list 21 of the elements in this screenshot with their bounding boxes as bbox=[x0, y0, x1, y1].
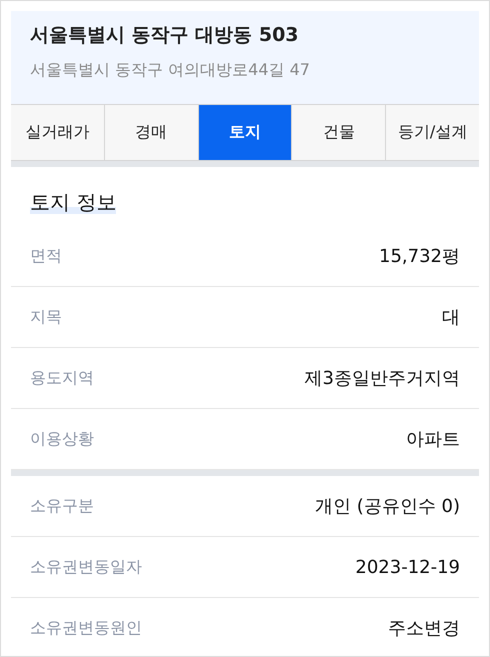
tab[interactable]: 토지 bbox=[198, 105, 292, 160]
field-value: 아파트 bbox=[406, 428, 460, 451]
address-title: 서울특별시 동작구 대방동 503 bbox=[30, 23, 300, 48]
field-label: 소유권변동원인 bbox=[30, 618, 142, 638]
field-value: 대 bbox=[442, 306, 460, 329]
road-address: 서울특별시 동작구 여의대방로44길 47 bbox=[30, 60, 311, 81]
field-label: 소유구분 bbox=[30, 496, 94, 516]
field-value: 15,732평 bbox=[379, 245, 460, 268]
field-label: 이용상황 bbox=[30, 428, 94, 450]
tab[interactable]: 등기/설계 bbox=[386, 105, 479, 160]
field-value: 제3종일반주거지역 bbox=[304, 367, 460, 390]
field-label: 용도지역 bbox=[30, 368, 94, 388]
field-value: 2023-12-19 bbox=[355, 556, 460, 578]
field-value: 개인 (공유인수 0) bbox=[315, 495, 460, 518]
tab[interactable]: 건물 bbox=[292, 105, 386, 160]
tab[interactable]: 경매 bbox=[104, 105, 199, 160]
field-value: 주소변경 bbox=[388, 617, 460, 640]
field-label: 소유권변동일자 bbox=[30, 556, 142, 578]
tab[interactable]: 실거래가 bbox=[11, 105, 105, 160]
field-label: 지목 bbox=[30, 306, 62, 328]
field-label: 면적 bbox=[30, 246, 62, 266]
